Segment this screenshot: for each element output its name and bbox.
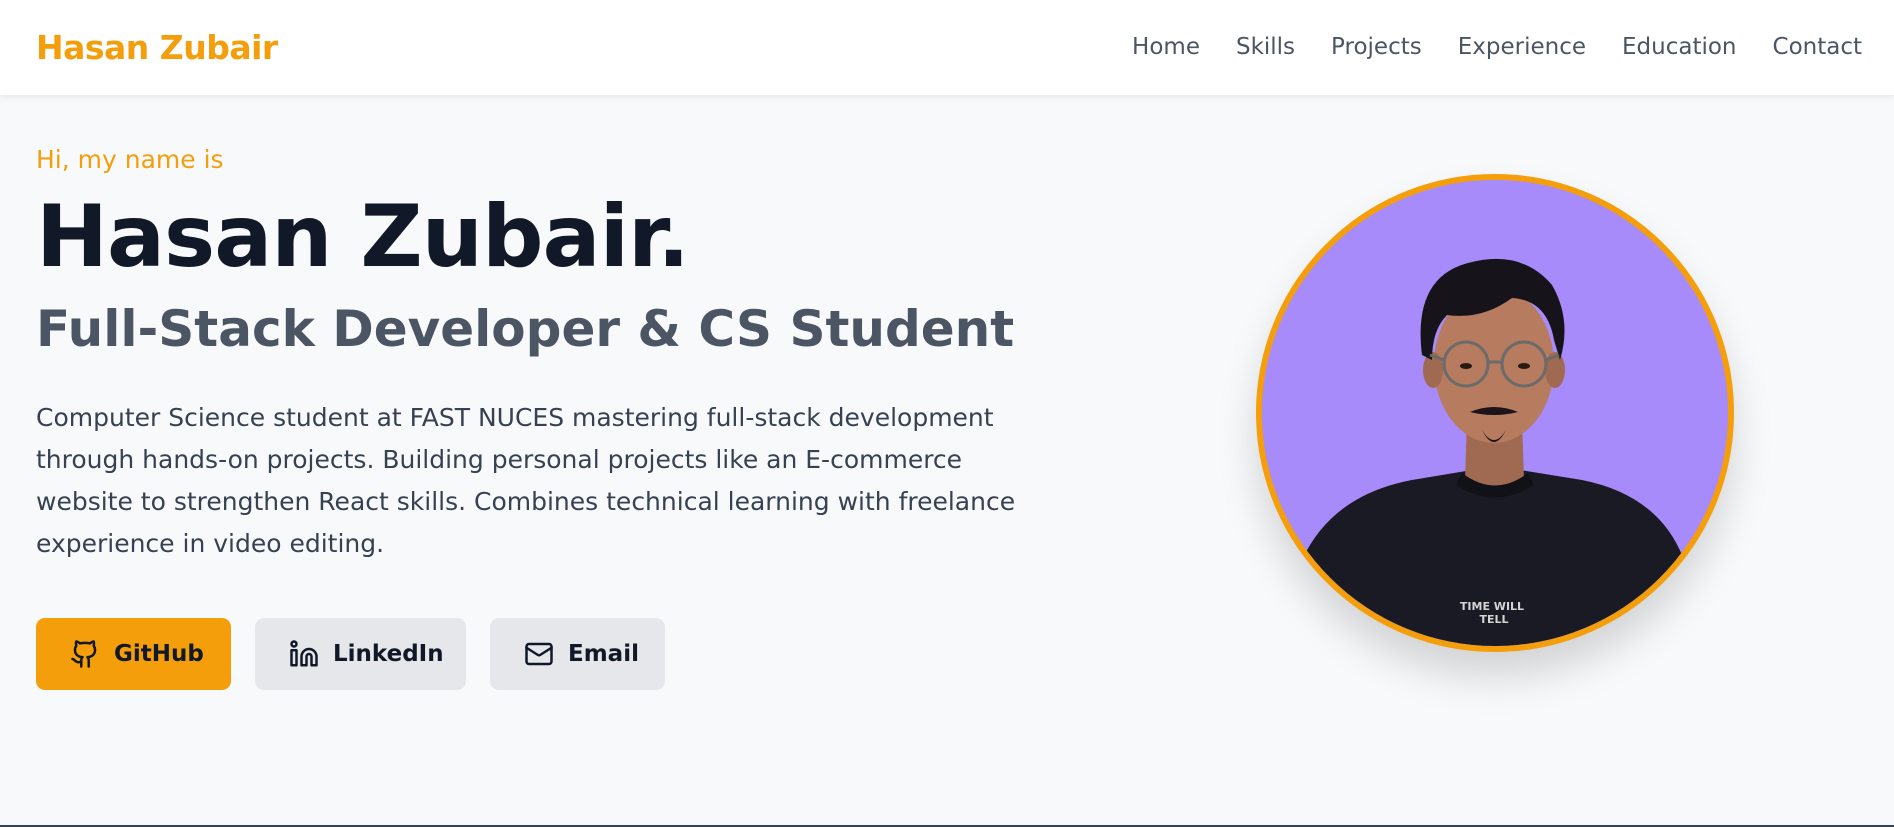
profile-illustration: TIME WILL TELL (1262, 180, 1728, 646)
email-button[interactable]: Email (490, 618, 665, 690)
shirt-print: TIME WILL (1460, 600, 1524, 613)
email-button-label: Email (568, 641, 639, 667)
hero-name: Hasan Zubair. (36, 187, 690, 287)
hero-subtitle: Full-Stack Developer & CS Student (36, 300, 1015, 358)
mail-icon (524, 639, 554, 669)
nav-link-education[interactable]: Education (1622, 34, 1737, 60)
hero-bio: Computer Science student at FAST NUCES m… (36, 403, 1016, 558)
nav-link-experience[interactable]: Experience (1458, 34, 1586, 60)
nav-menu: Home Skills Projects Experience Educatio… (1132, 34, 1862, 60)
social-buttons: GitHub LinkedIn Email (36, 618, 665, 690)
nav-link-contact[interactable]: Contact (1773, 34, 1862, 60)
profile-photo: TIME WILL TELL (1256, 174, 1734, 652)
nav-link-skills[interactable]: Skills (1236, 34, 1295, 60)
linkedin-button-label: LinkedIn (333, 641, 444, 667)
svg-text:TELL: TELL (1479, 613, 1508, 626)
linkedin-button[interactable]: LinkedIn (255, 618, 466, 690)
nav-link-home[interactable]: Home (1132, 34, 1200, 60)
github-button[interactable]: GitHub (36, 618, 231, 690)
hero-section: Hi, my name is Hasan Zubair. Full-Stack … (36, 145, 1076, 565)
github-button-label: GitHub (114, 641, 204, 667)
linkedin-icon (289, 639, 319, 669)
hero-greeting: Hi, my name is (36, 145, 224, 174)
github-icon (70, 639, 100, 669)
brand-logo[interactable]: Hasan Zubair (36, 28, 278, 67)
navbar: Hasan Zubair Home Skills Projects Experi… (0, 0, 1894, 95)
nav-link-projects[interactable]: Projects (1331, 34, 1422, 60)
